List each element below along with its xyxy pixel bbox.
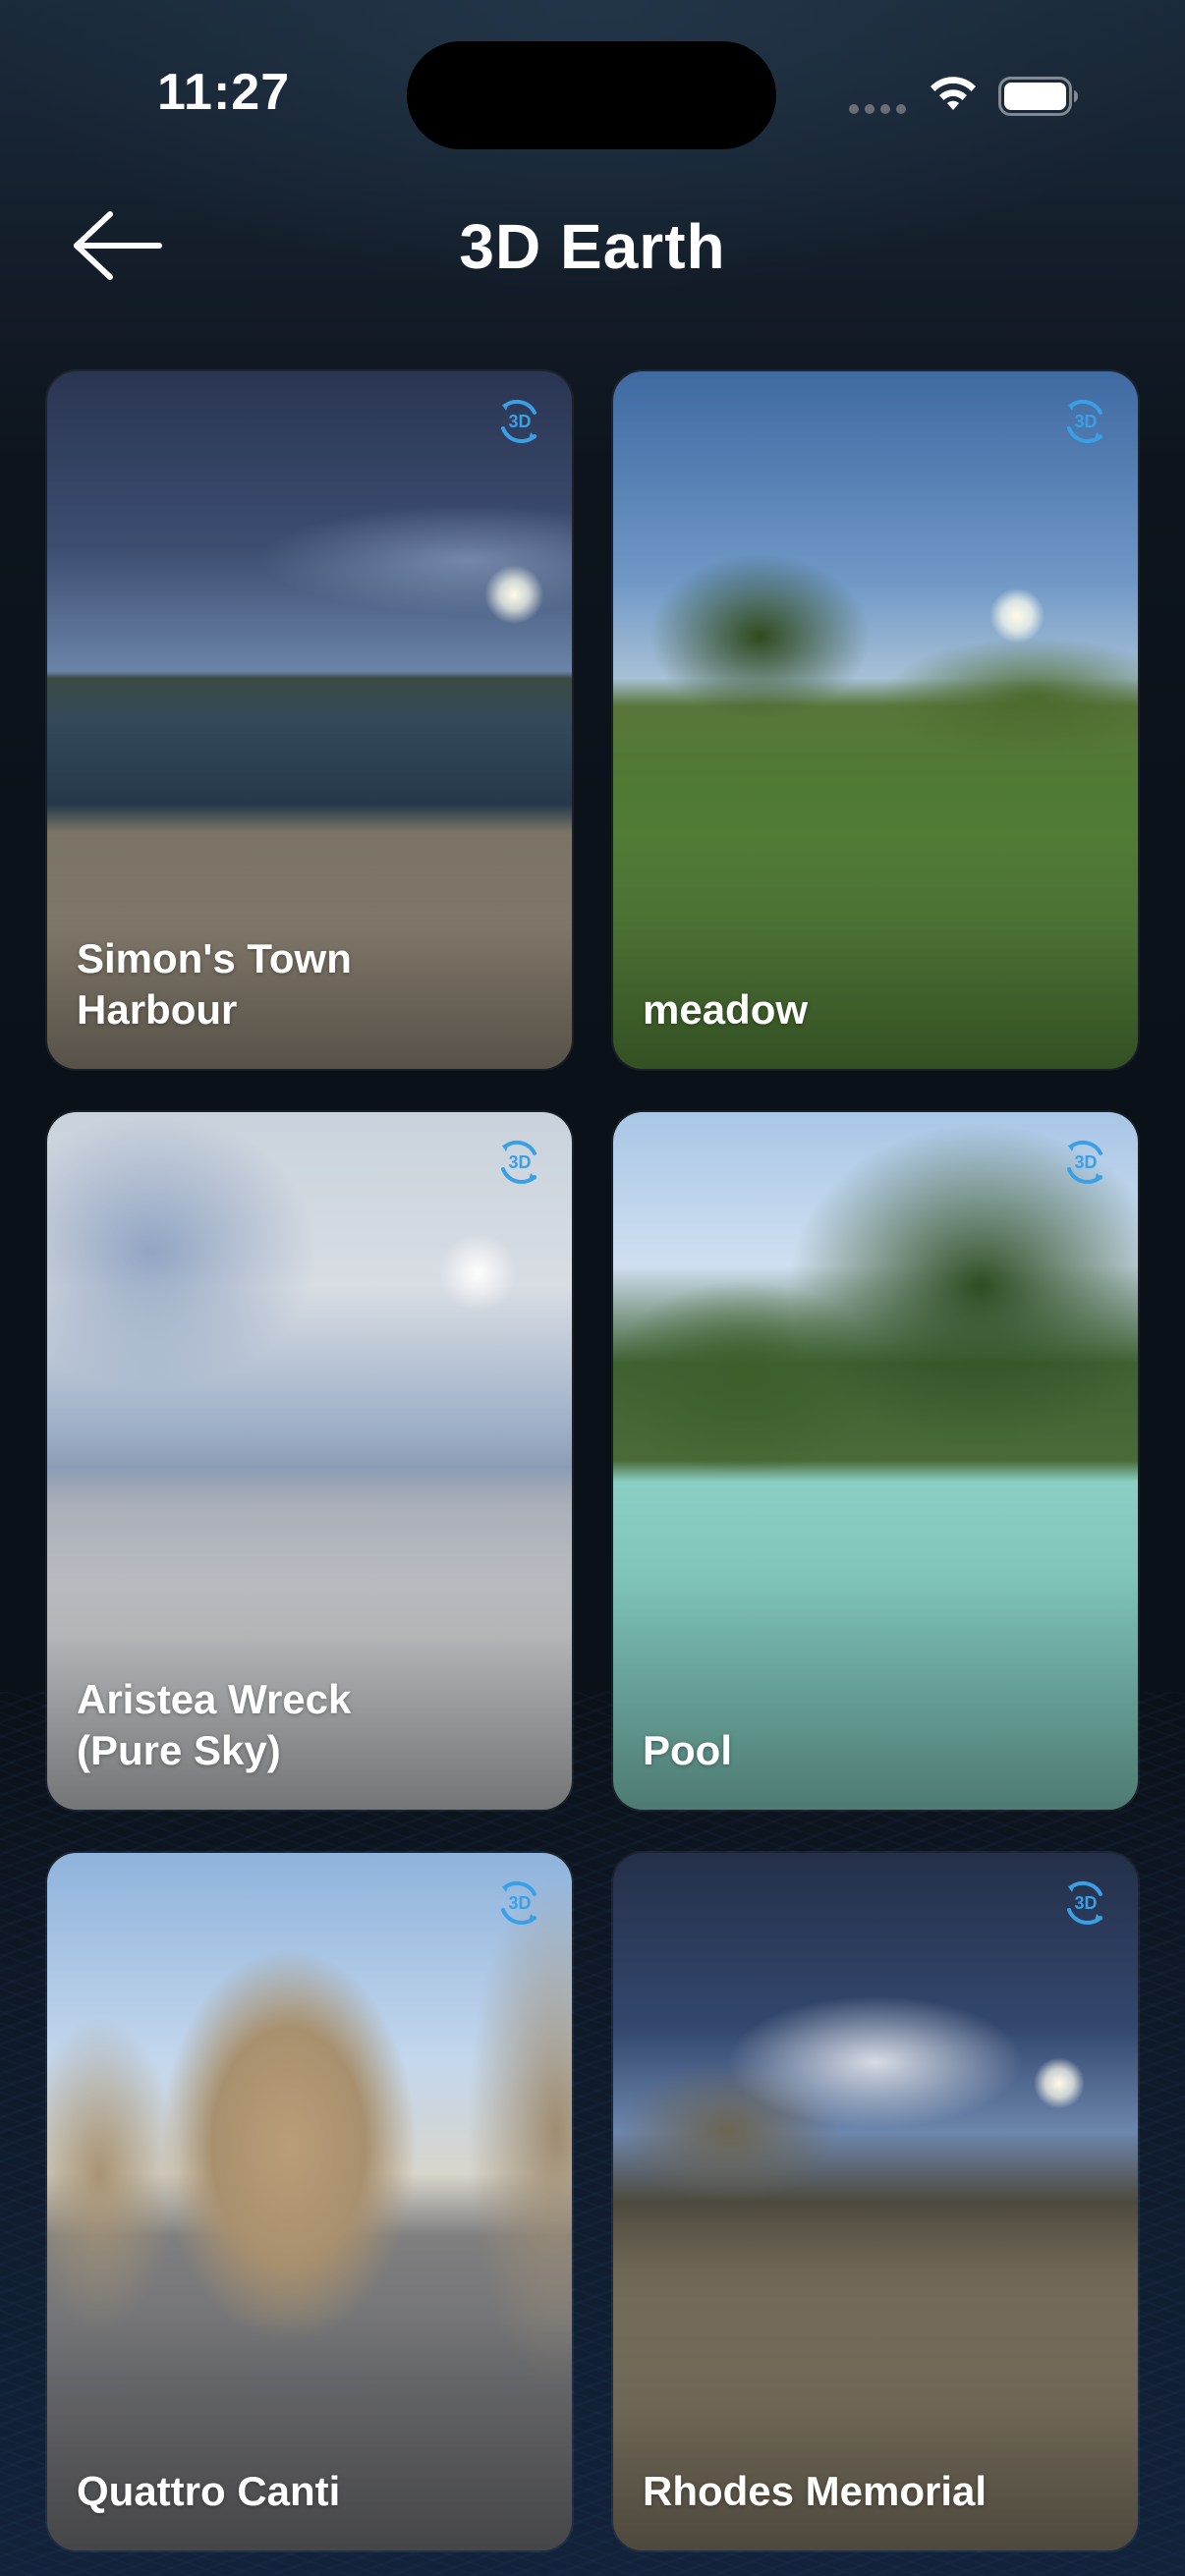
panorama-card-aristea-wreck[interactable]: 3D Aristea Wreck (Pure Sky) — [47, 1112, 572, 1810]
rotate-3d-icon: 3D — [1067, 399, 1102, 444]
panorama-title: Aristea Wreck (Pure Sky) — [77, 1676, 352, 1773]
rotate-3d-icon: 3D — [501, 1140, 536, 1185]
panorama-title: Pool — [643, 1727, 732, 1773]
status-time: 11:27 — [157, 64, 291, 121]
panorama-card-pool[interactable]: 3D Pool — [613, 1112, 1138, 1810]
panorama-title: Rhodes Memorial — [643, 2468, 988, 2514]
dynamic-island — [407, 41, 776, 149]
panorama-card-simons-town-harbour[interactable]: 3D Simon's Town Harbour — [47, 371, 572, 1069]
wifi-icon — [931, 77, 976, 110]
svg-text:3D: 3D — [1074, 412, 1097, 431]
panorama-title: meadow — [643, 986, 809, 1033]
rotate-3d-icon: 3D — [501, 1880, 536, 1926]
rotate-3d-icon: 3D — [1067, 1140, 1102, 1185]
page-title: 3D Earth — [459, 211, 726, 282]
svg-text:3D: 3D — [1074, 1152, 1097, 1172]
svg-text:3D: 3D — [508, 412, 531, 431]
panorama-title: Simon's Town Harbour — [77, 935, 352, 1033]
rotate-3d-icon: 3D — [501, 399, 536, 444]
svg-text:3D: 3D — [1074, 1893, 1097, 1913]
panorama-title: Quattro Canti — [77, 2468, 341, 2514]
svg-text:3D: 3D — [508, 1893, 531, 1913]
cellular-signal-icon — [849, 104, 906, 114]
panorama-grid: 3D Simon's Town Harbour 3D meadow 3D Ari… — [47, 371, 1138, 2550]
panorama-card-meadow[interactable]: 3D meadow — [613, 371, 1138, 1069]
svg-text:3D: 3D — [508, 1152, 531, 1172]
panorama-card-rhodes-memorial[interactable]: 3D Rhodes Memorial — [613, 1853, 1138, 2550]
rotate-3d-icon: 3D — [1067, 1880, 1102, 1926]
panorama-card-quattro-canti[interactable]: 3D Quattro Canti — [47, 1853, 572, 2550]
battery-icon — [998, 77, 1078, 116]
